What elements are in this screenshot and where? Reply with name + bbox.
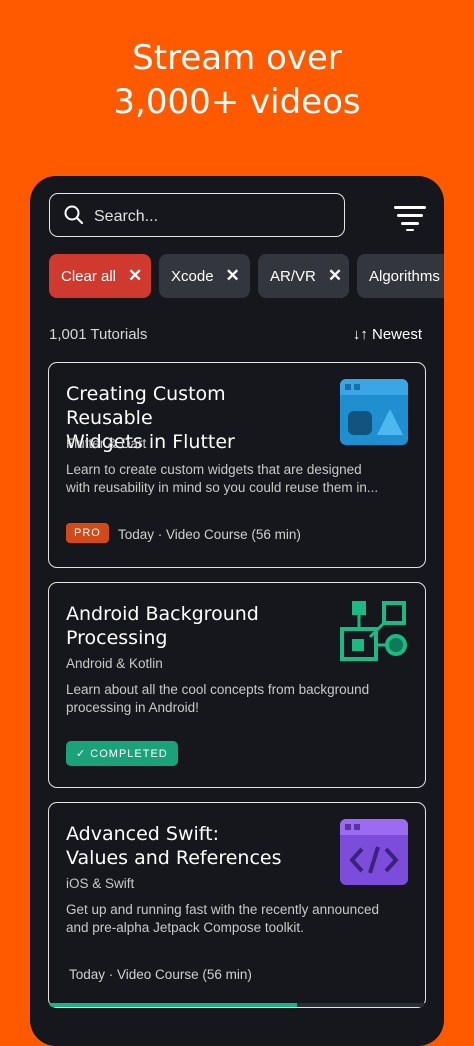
card-description-line: processing in Android! <box>66 700 199 715</box>
app-screen: Clear all ✕ Xcode ✕ AR/VR ✕ Algorithms 1… <box>30 176 444 1046</box>
close-icon[interactable]: ✕ <box>128 266 142 286</box>
filter-button[interactable] <box>394 204 426 231</box>
search-input[interactable] <box>92 204 336 230</box>
search-icon <box>64 205 84 225</box>
card-title-line: Values and References <box>66 847 282 869</box>
card-title-line: Processing <box>66 627 168 649</box>
card-category: Android & Kotlin <box>66 656 163 671</box>
card-description: Learn to create custom widgets that are … <box>66 461 396 497</box>
card-title-line: Android Background <box>66 603 259 625</box>
card-description: Get up and running fast with the recentl… <box>66 901 396 937</box>
chip-xcode[interactable]: Xcode ✕ <box>159 254 250 298</box>
headline-line-1: Stream over <box>132 38 342 78</box>
card-description-line: Learn about all the cool concepts from b… <box>66 682 370 697</box>
completed-label: COMPLETED <box>90 748 168 760</box>
card-title-line: Advanced Swift: <box>66 823 219 845</box>
window-icon <box>340 379 408 445</box>
headline: Stream over 3,000+ videos <box>0 36 474 124</box>
card-title: Advanced Swift: Values and References <box>66 822 306 870</box>
chip-label: AR/VR <box>270 267 316 285</box>
results-count: 1,001 Tutorials <box>49 326 148 343</box>
close-icon[interactable]: ✕ <box>226 266 240 286</box>
card-title-line: Creating Custom Reusable <box>66 383 226 429</box>
chip-algorithms[interactable]: Algorithms <box>357 254 444 298</box>
progress-bar <box>49 1003 425 1007</box>
code-icon <box>340 819 408 885</box>
pro-badge: PRO <box>66 523 109 543</box>
chip-label: Algorithms <box>369 267 440 285</box>
tutorial-card[interactable]: Creating Custom Reusable Widgets in Flut… <box>48 362 426 568</box>
close-icon[interactable]: ✕ <box>328 266 342 286</box>
card-info: Today · Video Course (56 min) <box>69 967 252 982</box>
check-icon: ✓ <box>76 748 91 760</box>
card-category: Flutter & Dart <box>66 436 147 451</box>
card-description-line: with reusability in mind so you could re… <box>66 480 379 495</box>
chip-label: Clear all <box>61 267 117 285</box>
tutorial-card[interactable]: Android Background Processing Android & … <box>48 582 426 788</box>
chip-clear-all[interactable]: Clear all ✕ <box>49 254 151 298</box>
progress-fill <box>49 1003 298 1007</box>
sort-button[interactable]: ↓↑ Newest <box>353 326 422 343</box>
card-description-line: Learn to create custom widgets that are … <box>66 462 362 477</box>
chip-ar-vr[interactable]: AR/VR ✕ <box>258 254 349 298</box>
results-bar: 1,001 Tutorials ↓↑ Newest <box>49 326 422 346</box>
tutorial-card[interactable]: Advanced Swift: Values and References iO… <box>48 802 426 1008</box>
search-bar[interactable] <box>49 193 345 237</box>
chip-label: Xcode <box>171 267 214 285</box>
filter-chips: Clear all ✕ Xcode ✕ AR/VR ✕ Algorithms <box>49 254 444 300</box>
card-info: Today · Video Course (56 min) <box>118 527 301 542</box>
card-category: iOS & Swift <box>66 876 135 891</box>
card-description-line: and pre-alpha Jetpack Compose toolkit. <box>66 920 304 935</box>
card-title: Android Background Processing <box>66 602 306 650</box>
headline-line-2: 3,000+ videos <box>113 82 361 122</box>
card-description: Learn about all the cool concepts from b… <box>66 681 396 717</box>
diagram-icon <box>340 601 407 661</box>
completed-badge: ✓ COMPLETED <box>66 741 178 766</box>
card-description-line: Get up and running fast with the recentl… <box>66 902 379 917</box>
